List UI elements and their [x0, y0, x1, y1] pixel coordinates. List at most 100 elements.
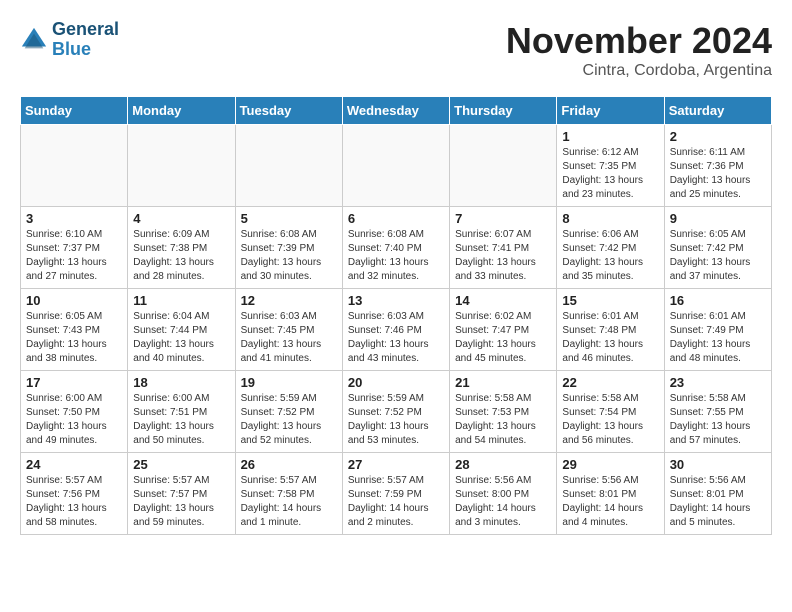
day-number: 10 — [26, 293, 122, 308]
weekday-header-sunday: Sunday — [21, 97, 128, 125]
calendar-day-cell: 30 Sunrise: 5:56 AM Sunset: 8:01 PM Dayli… — [664, 453, 771, 535]
day-number: 24 — [26, 457, 122, 472]
calendar-week-row: 17Sunrise: 6:00 AM Sunset: 7:50 PM Dayli… — [21, 371, 772, 453]
logo-line1: General — [52, 20, 119, 40]
day-info: Sunrise: 6:07 AM Sunset: 7:41 PM Dayligh… — [455, 228, 551, 284]
day-info: Sunrise: 6:08 AM Sunset: 7:40 PM Dayligh… — [348, 228, 444, 284]
day-number: 27 — [348, 457, 444, 472]
calendar-day-cell: 4 Sunrise: 6:09 AM Sunset: 7:38 PM Daylig… — [128, 207, 235, 289]
title-area: November 2024 Cintra, Cordoba, Argentina — [506, 20, 772, 80]
calendar-day-cell: 26 Sunrise: 5:57 AM Sunset: 7:58 PM Dayli… — [235, 453, 342, 535]
day-number: 9 — [670, 211, 766, 226]
calendar-day-cell: 9 Sunrise: 6:05 AM Sunset: 7:42 PM Daylig… — [664, 207, 771, 289]
day-info: Sunrise: 6:01 AM Sunset: 7:48 PM Dayligh… — [562, 310, 658, 366]
day-number: 4 — [133, 211, 229, 226]
calendar-day-cell: 13Sunrise: 6:03 AM Sunset: 7:46 PM Dayli… — [342, 289, 449, 371]
day-number: 22 — [562, 375, 658, 390]
calendar-day-cell: 6 Sunrise: 6:08 AM Sunset: 7:40 PM Daylig… — [342, 207, 449, 289]
day-number: 17 — [26, 375, 122, 390]
day-number: 12 — [241, 293, 337, 308]
calendar-day-cell: 28Sunrise: 5:56 AM Sunset: 8:00 PM Dayli… — [450, 453, 557, 535]
calendar-day-cell: 18Sunrise: 6:00 AM Sunset: 7:51 PM Dayli… — [128, 371, 235, 453]
calendar-week-row: 10Sunrise: 6:05 AM Sunset: 7:43 PM Dayli… — [21, 289, 772, 371]
calendar-day-cell: 1 Sunrise: 6:12 AM Sunset: 7:35 PM Daylig… — [557, 125, 664, 207]
calendar-day-cell: 27 Sunrise: 5:57 AM Sunset: 7:59 PM Dayli… — [342, 453, 449, 535]
day-info: Sunrise: 6:01 AM Sunset: 7:49 PM Dayligh… — [670, 310, 766, 366]
day-info: Sunrise: 5:56 AM Sunset: 8:01 PM Dayligh… — [670, 474, 766, 530]
day-number: 13 — [348, 293, 444, 308]
weekday-header-monday: Monday — [128, 97, 235, 125]
day-info: Sunrise: 6:05 AM Sunset: 7:42 PM Dayligh… — [670, 228, 766, 284]
logo-text: General Blue — [52, 20, 119, 60]
weekday-header-saturday: Saturday — [664, 97, 771, 125]
day-number: 8 — [562, 211, 658, 226]
calendar-day-cell: 17Sunrise: 6:00 AM Sunset: 7:50 PM Dayli… — [21, 371, 128, 453]
calendar-day-cell — [21, 125, 128, 207]
day-number: 23 — [670, 375, 766, 390]
calendar-day-cell: 8 Sunrise: 6:06 AM Sunset: 7:42 PM Daylig… — [557, 207, 664, 289]
day-number: 7 — [455, 211, 551, 226]
weekday-header-row: SundayMondayTuesdayWednesdayThursdayFrid… — [21, 97, 772, 125]
day-number: 30 — [670, 457, 766, 472]
day-info: Sunrise: 5:59 AM Sunset: 7:52 PM Dayligh… — [348, 392, 444, 448]
weekday-header-tuesday: Tuesday — [235, 97, 342, 125]
day-number: 2 — [670, 129, 766, 144]
day-info: Sunrise: 5:58 AM Sunset: 7:53 PM Dayligh… — [455, 392, 551, 448]
weekday-header-wednesday: Wednesday — [342, 97, 449, 125]
weekday-header-thursday: Thursday — [450, 97, 557, 125]
calendar-day-cell: 7 Sunrise: 6:07 AM Sunset: 7:41 PM Daylig… — [450, 207, 557, 289]
day-number: 1 — [562, 129, 658, 144]
calendar-day-cell: 15 Sunrise: 6:01 AM Sunset: 7:48 PM Dayli… — [557, 289, 664, 371]
calendar-day-cell: 25 Sunrise: 5:57 AM Sunset: 7:57 PM Dayli… — [128, 453, 235, 535]
day-number: 15 — [562, 293, 658, 308]
day-number: 19 — [241, 375, 337, 390]
day-number: 14 — [455, 293, 551, 308]
calendar-week-row: 1 Sunrise: 6:12 AM Sunset: 7:35 PM Daylig… — [21, 125, 772, 207]
day-number: 11 — [133, 293, 229, 308]
day-info: Sunrise: 6:10 AM Sunset: 7:37 PM Dayligh… — [26, 228, 122, 284]
calendar-day-cell: 14 Sunrise: 6:02 AM Sunset: 7:47 PM Dayli… — [450, 289, 557, 371]
logo: General Blue — [20, 20, 119, 60]
calendar-day-cell: 2Sunrise: 6:11 AM Sunset: 7:36 PM Daylig… — [664, 125, 771, 207]
weekday-header-friday: Friday — [557, 97, 664, 125]
day-info: Sunrise: 5:56 AM Sunset: 8:01 PM Dayligh… — [562, 474, 658, 530]
calendar: SundayMondayTuesdayWednesdayThursdayFrid… — [20, 96, 772, 535]
day-number: 26 — [241, 457, 337, 472]
calendar-week-row: 3Sunrise: 6:10 AM Sunset: 7:37 PM Daylig… — [21, 207, 772, 289]
calendar-day-cell: 20Sunrise: 5:59 AM Sunset: 7:52 PM Dayli… — [342, 371, 449, 453]
header: General Blue November 2024 Cintra, Cordo… — [20, 20, 772, 80]
calendar-day-cell: 22Sunrise: 5:58 AM Sunset: 7:54 PM Dayli… — [557, 371, 664, 453]
day-info: Sunrise: 6:12 AM Sunset: 7:35 PM Dayligh… — [562, 146, 658, 202]
day-info: Sunrise: 6:06 AM Sunset: 7:42 PM Dayligh… — [562, 228, 658, 284]
day-number: 16 — [670, 293, 766, 308]
day-info: Sunrise: 5:57 AM Sunset: 7:56 PM Dayligh… — [26, 474, 122, 530]
day-number: 5 — [241, 211, 337, 226]
day-number: 6 — [348, 211, 444, 226]
calendar-day-cell: 29Sunrise: 5:56 AM Sunset: 8:01 PM Dayli… — [557, 453, 664, 535]
calendar-day-cell — [342, 125, 449, 207]
calendar-day-cell: 3Sunrise: 6:10 AM Sunset: 7:37 PM Daylig… — [21, 207, 128, 289]
calendar-day-cell: 11Sunrise: 6:04 AM Sunset: 7:44 PM Dayli… — [128, 289, 235, 371]
day-info: Sunrise: 5:59 AM Sunset: 7:52 PM Dayligh… — [241, 392, 337, 448]
calendar-day-cell: 23 Sunrise: 5:58 AM Sunset: 7:55 PM Dayli… — [664, 371, 771, 453]
calendar-day-cell — [128, 125, 235, 207]
calendar-day-cell: 16 Sunrise: 6:01 AM Sunset: 7:49 PM Dayli… — [664, 289, 771, 371]
day-info: Sunrise: 5:57 AM Sunset: 7:59 PM Dayligh… — [348, 474, 444, 530]
day-info: Sunrise: 5:58 AM Sunset: 7:55 PM Dayligh… — [670, 392, 766, 448]
day-info: Sunrise: 6:09 AM Sunset: 7:38 PM Dayligh… — [133, 228, 229, 284]
day-info: Sunrise: 5:57 AM Sunset: 7:58 PM Dayligh… — [241, 474, 337, 530]
day-info: Sunrise: 5:57 AM Sunset: 7:57 PM Dayligh… — [133, 474, 229, 530]
day-number: 25 — [133, 457, 229, 472]
calendar-day-cell — [235, 125, 342, 207]
month-title: November 2024 — [506, 20, 772, 62]
calendar-day-cell: 5 Sunrise: 6:08 AM Sunset: 7:39 PM Daylig… — [235, 207, 342, 289]
location-title: Cintra, Cordoba, Argentina — [506, 62, 772, 80]
calendar-day-cell: 10Sunrise: 6:05 AM Sunset: 7:43 PM Dayli… — [21, 289, 128, 371]
day-info: Sunrise: 6:02 AM Sunset: 7:47 PM Dayligh… — [455, 310, 551, 366]
day-info: Sunrise: 6:03 AM Sunset: 7:45 PM Dayligh… — [241, 310, 337, 366]
day-info: Sunrise: 6:08 AM Sunset: 7:39 PM Dayligh… — [241, 228, 337, 284]
day-number: 28 — [455, 457, 551, 472]
calendar-week-row: 24 Sunrise: 5:57 AM Sunset: 7:56 PM Dayli… — [21, 453, 772, 535]
calendar-day-cell: 24 Sunrise: 5:57 AM Sunset: 7:56 PM Dayli… — [21, 453, 128, 535]
calendar-day-cell — [450, 125, 557, 207]
